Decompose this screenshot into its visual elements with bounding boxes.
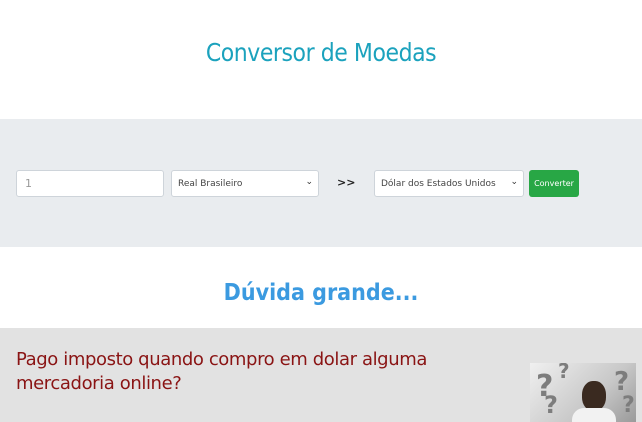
person-body (572, 408, 616, 422)
person-head (582, 381, 606, 411)
to-currency-select[interactable]: Dólar dos Estados Unidos ⌄ (374, 170, 524, 197)
chevron-down-icon: ⌄ (510, 177, 518, 187)
question-person-image: ? ? ? ? ? (530, 363, 636, 422)
amount-input[interactable] (16, 170, 164, 197)
conversion-arrow: >> (337, 176, 356, 189)
question-card: Pago imposto quando compro em dolar algu… (0, 328, 642, 422)
converter-panel: Real Brasileiro ⌄ >> Dólar dos Estados U… (0, 119, 642, 247)
doubt-heading: Dúvida grande... (223, 280, 419, 306)
page-title: Conversor de Moedas (205, 38, 437, 67)
to-currency-value: Dólar dos Estados Unidos (381, 178, 496, 189)
from-currency-value: Real Brasileiro (178, 178, 243, 189)
chevron-down-icon: ⌄ (305, 177, 313, 187)
from-currency-select[interactable]: Real Brasileiro ⌄ (171, 170, 319, 197)
convert-button[interactable]: Converter (529, 170, 579, 197)
question-text: Pago imposto quando compro em dolar algu… (16, 349, 427, 394)
